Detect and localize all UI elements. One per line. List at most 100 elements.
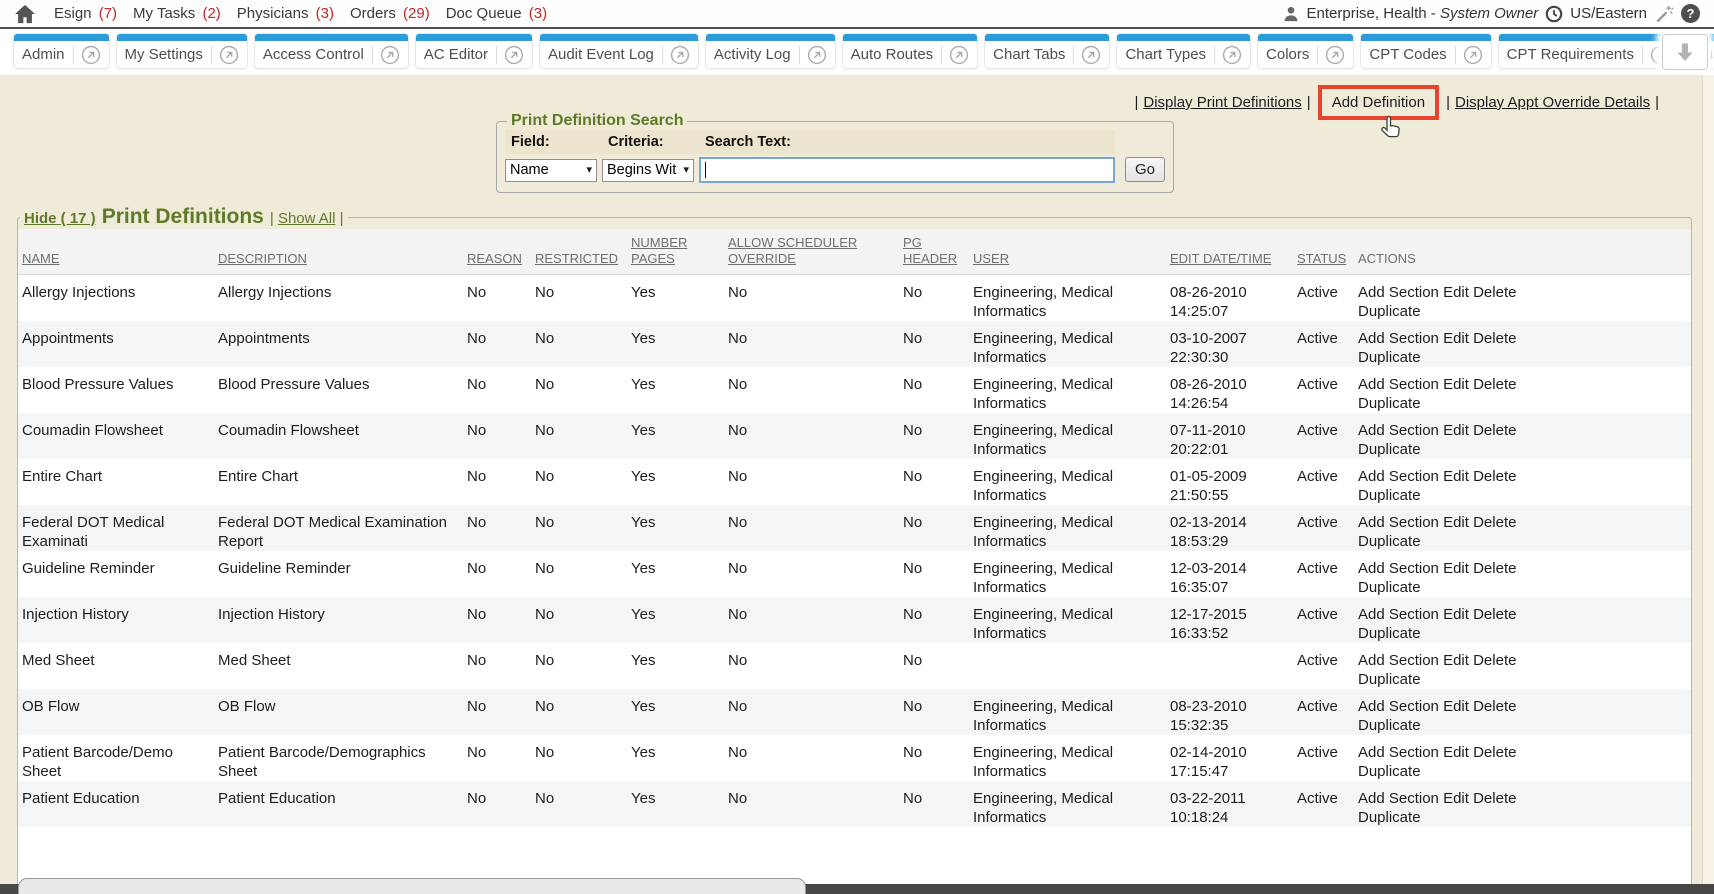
column-header[interactable]: NUMBER PAGES — [627, 229, 724, 275]
add-section-action-link[interactable]: Add Section — [1358, 560, 1439, 577]
open-in-new-icon[interactable] — [949, 45, 969, 65]
display-print-definitions-link[interactable]: Display Print Definitions — [1143, 94, 1301, 111]
duplicate-action-link[interactable]: Duplicate — [1358, 625, 1421, 642]
tab-ac-editor[interactable]: AC Editor — [416, 34, 532, 68]
edit-action-link[interactable]: Edit — [1443, 330, 1469, 347]
column-header[interactable]: REASON — [463, 229, 531, 275]
clock-icon[interactable] — [1545, 5, 1563, 23]
delete-action-link[interactable]: Delete — [1473, 284, 1516, 301]
open-in-new-icon[interactable] — [1325, 45, 1345, 65]
duplicate-action-link[interactable]: Duplicate — [1358, 349, 1421, 366]
open-in-new-icon[interactable] — [1081, 45, 1101, 65]
add-definition-link[interactable]: Add Definition — [1332, 94, 1425, 111]
topbar-nav-item[interactable]: Physicians (3) — [237, 5, 334, 22]
delete-action-link[interactable]: Delete — [1473, 744, 1516, 761]
duplicate-action-link[interactable]: Duplicate — [1358, 671, 1421, 688]
add-section-action-link[interactable]: Add Section — [1358, 284, 1439, 301]
tab-access-control[interactable]: Access Control — [255, 34, 408, 68]
delete-action-link[interactable]: Delete — [1473, 422, 1516, 439]
open-in-new-icon[interactable] — [219, 45, 239, 65]
duplicate-action-link[interactable]: Duplicate — [1358, 717, 1421, 734]
delete-action-link[interactable]: Delete — [1473, 606, 1516, 623]
add-section-action-link[interactable]: Add Section — [1358, 652, 1439, 669]
column-header[interactable]: USER — [969, 229, 1166, 275]
open-in-new-icon[interactable] — [380, 45, 400, 65]
edit-action-link[interactable]: Edit — [1443, 606, 1469, 623]
delete-action-link[interactable]: Delete — [1473, 514, 1516, 531]
add-section-action-link[interactable]: Add Section — [1358, 606, 1439, 623]
duplicate-action-link[interactable]: Duplicate — [1358, 395, 1421, 412]
add-section-action-link[interactable]: Add Section — [1358, 422, 1439, 439]
open-in-new-icon[interactable] — [81, 45, 101, 65]
horizontal-scrollbar-thumb[interactable] — [18, 878, 806, 894]
help-icon[interactable]: ? — [1681, 4, 1700, 23]
delete-action-link[interactable]: Delete — [1473, 698, 1516, 715]
display-appt-override-link[interactable]: Display Appt Override Details — [1455, 94, 1650, 111]
edit-action-link[interactable]: Edit — [1443, 376, 1469, 393]
criteria-select[interactable]: Begins With — [602, 159, 694, 182]
open-in-new-icon[interactable] — [807, 45, 827, 65]
open-in-new-icon[interactable] — [670, 45, 690, 65]
delete-action-link[interactable]: Delete — [1473, 468, 1516, 485]
tab-admin[interactable]: Admin — [14, 34, 109, 68]
add-section-action-link[interactable]: Add Section — [1358, 468, 1439, 485]
hide-link[interactable]: Hide ( 17 ) — [24, 210, 96, 227]
topbar-nav-item[interactable]: My Tasks (2) — [133, 5, 221, 22]
duplicate-action-link[interactable]: Duplicate — [1358, 579, 1421, 596]
show-all-link[interactable]: Show All — [278, 210, 336, 227]
vertical-scrollbar[interactable] — [1702, 75, 1714, 884]
duplicate-action-link[interactable]: Duplicate — [1358, 487, 1421, 504]
column-header[interactable]: EDIT DATE/TIME — [1166, 229, 1293, 275]
topbar-nav-item[interactable]: Esign (7) — [54, 5, 117, 22]
duplicate-action-link[interactable]: Duplicate — [1358, 533, 1421, 550]
duplicate-action-link[interactable]: Duplicate — [1358, 303, 1421, 320]
topbar-nav-item[interactable]: Doc Queue (3) — [446, 5, 547, 22]
column-header[interactable]: RESTRICTED — [531, 229, 627, 275]
add-section-action-link[interactable]: Add Section — [1358, 514, 1439, 531]
add-section-action-link[interactable]: Add Section — [1358, 698, 1439, 715]
go-button[interactable]: Go — [1125, 157, 1165, 182]
column-header[interactable]: ALLOW SCHEDULER OVERRIDE — [724, 229, 899, 275]
tab-audit-event-log[interactable]: Audit Event Log — [540, 34, 698, 68]
open-in-new-icon[interactable] — [1222, 45, 1242, 65]
edit-action-link[interactable]: Edit — [1443, 422, 1469, 439]
tab-my-settings[interactable]: My Settings — [117, 34, 247, 68]
add-section-action-link[interactable]: Add Section — [1358, 790, 1439, 807]
edit-action-link[interactable]: Edit — [1443, 468, 1469, 485]
duplicate-action-link[interactable]: Duplicate — [1358, 441, 1421, 458]
tab-auto-routes[interactable]: Auto Routes — [843, 34, 978, 68]
edit-action-link[interactable]: Edit — [1443, 698, 1469, 715]
edit-action-link[interactable]: Edit — [1443, 284, 1469, 301]
add-section-action-link[interactable]: Add Section — [1358, 330, 1439, 347]
tab-cpt-codes[interactable]: CPT Codes — [1361, 34, 1490, 68]
duplicate-action-link[interactable]: Duplicate — [1358, 763, 1421, 780]
edit-action-link[interactable]: Edit — [1443, 514, 1469, 531]
column-header[interactable]: STATUS — [1293, 229, 1354, 275]
edit-action-link[interactable]: Edit — [1443, 652, 1469, 669]
add-section-action-link[interactable]: Add Section — [1358, 376, 1439, 393]
delete-action-link[interactable]: Delete — [1473, 376, 1516, 393]
duplicate-action-link[interactable]: Duplicate — [1358, 809, 1421, 826]
delete-action-link[interactable]: Delete — [1473, 790, 1516, 807]
home-icon[interactable] — [14, 4, 36, 24]
tab-chart-types[interactable]: Chart Types — [1117, 34, 1250, 68]
edit-action-link[interactable]: Edit — [1443, 744, 1469, 761]
tab-colors[interactable]: Colors — [1258, 34, 1353, 68]
open-in-new-icon[interactable] — [504, 45, 524, 65]
tab-activity-log[interactable]: Activity Log — [706, 34, 835, 68]
add-section-action-link[interactable]: Add Section — [1358, 744, 1439, 761]
open-in-new-icon[interactable] — [1463, 45, 1483, 65]
field-select[interactable]: Name — [505, 159, 597, 182]
search-text-input[interactable] — [699, 157, 1115, 183]
wand-icon[interactable] — [1654, 4, 1674, 24]
delete-action-link[interactable]: Delete — [1473, 560, 1516, 577]
delete-action-link[interactable]: Delete — [1473, 652, 1516, 669]
more-tabs-button[interactable] — [1662, 34, 1708, 70]
delete-action-link[interactable]: Delete — [1473, 330, 1516, 347]
topbar-nav-item[interactable]: Orders (29) — [350, 5, 430, 22]
tab-chart-tabs[interactable]: Chart Tabs — [985, 34, 1109, 68]
column-header[interactable]: NAME — [18, 229, 214, 275]
edit-action-link[interactable]: Edit — [1443, 560, 1469, 577]
edit-action-link[interactable]: Edit — [1443, 790, 1469, 807]
column-header[interactable]: PG HEADER — [899, 229, 969, 275]
